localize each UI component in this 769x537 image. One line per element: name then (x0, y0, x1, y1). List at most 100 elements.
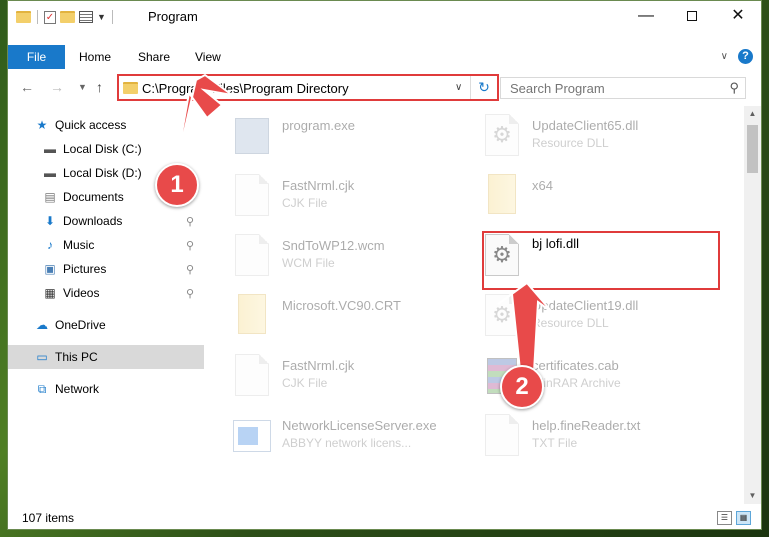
music-icon: ♪ (47, 238, 53, 252)
sidebar-item-label: Documents (63, 190, 124, 204)
properties-icon[interactable]: ✓ (44, 10, 56, 24)
sidebar-item-local-disk-c[interactable]: ▬ Local Disk (C:) (8, 137, 204, 161)
file-item[interactable]: help.fineReader.txt TXT File (480, 410, 720, 466)
star-icon: ★ (36, 118, 48, 132)
details-view-icon[interactable]: ☰ (717, 511, 732, 525)
tab-home[interactable]: Home (79, 45, 111, 69)
file-name: NetworkLicenseServer.exe (282, 418, 437, 433)
toolbar-divider (37, 10, 38, 24)
network-icon: ⧉ (37, 381, 47, 396)
refresh-icon[interactable]: ↻ (470, 76, 497, 99)
folder-icon (232, 294, 272, 340)
help-icon[interactable]: ? (738, 49, 753, 64)
onedrive-icon: ☁ (36, 318, 48, 332)
file-type: ABBYY network licens... (282, 436, 412, 450)
back-arrow-icon[interactable]: ← (20, 79, 34, 95)
sidebar-item-this-pc[interactable]: ▭ This PC (8, 345, 204, 369)
pin-icon: ⚲ (185, 287, 194, 300)
address-path[interactable]: C:\Program Files\Program Directory (142, 81, 349, 96)
file-name: program.exe (282, 118, 355, 133)
scrollbar-thumb[interactable] (747, 125, 758, 173)
sidebar-item-videos[interactable]: ▦ Videos ⚲ (8, 281, 204, 305)
file-item[interactable]: Microsoft.VC90.CRT (230, 290, 470, 346)
large-icons-view-icon[interactable]: ▦ (736, 511, 751, 525)
customize-toolbar-chevron-icon[interactable]: ▼ (97, 12, 106, 22)
search-icon[interactable]: ⚲ (729, 80, 739, 96)
sidebar-item-label: Videos (63, 286, 100, 300)
sidebar-item-label: Local Disk (D:) (63, 166, 142, 180)
sidebar-item-label: Quick access (55, 118, 127, 132)
vertical-scrollbar[interactable]: ▲ ▼ (744, 106, 761, 504)
address-folder-icon (123, 82, 138, 94)
file-type: TXT File (532, 436, 578, 450)
dll-file-icon: ⚙ (482, 114, 522, 160)
tab-share[interactable]: Share (138, 45, 170, 69)
callout-step-1: 1 (155, 163, 199, 207)
file-name: certificates.cab (532, 358, 619, 373)
pin-icon: ⚲ (185, 263, 194, 276)
sidebar-item-label: Network (55, 382, 100, 396)
file-name: help.fineReader.txt (532, 418, 641, 433)
file-name: UpdateClient65.dll (532, 118, 639, 133)
file-item[interactable]: ⚙ UpdateClient65.dll Resource DLL (480, 110, 720, 166)
ribbon-tabs: File Home Share View ∨ ? (8, 45, 761, 69)
search-box[interactable]: ⚲ (500, 77, 746, 99)
exe-file-icon (232, 114, 272, 160)
file-type: CJK File (282, 376, 328, 390)
file-name: UpdateClient19.dll (532, 298, 639, 313)
file-item[interactable]: SndToWP12.wcm WCM File (230, 230, 470, 286)
forward-arrow-icon[interactable]: → (50, 79, 64, 95)
pin-icon: ⚲ (185, 215, 194, 228)
ribbon-right-controls: ∨ ? (721, 49, 753, 64)
callout-step-2: 2 (500, 365, 544, 409)
scroll-up-arrow-icon[interactable]: ▲ (744, 106, 761, 122)
sidebar-item-quick-access[interactable]: ★ Quick access (8, 113, 204, 137)
address-dropdown-chevron-icon[interactable]: ∨ (455, 82, 462, 93)
tab-file[interactable]: File (8, 45, 65, 69)
sidebar-item-label: Music (63, 238, 95, 252)
new-folder-icon[interactable] (60, 11, 75, 23)
close-button[interactable]: ✕ (715, 1, 761, 31)
address-bar[interactable]: C:\Program Files\Program Directory ∨ ↻ (117, 74, 499, 101)
sidebar-item-music[interactable]: ♪ Music ⚲ (8, 233, 204, 257)
file-item[interactable]: FastNrml.cjk CJK File (230, 170, 470, 226)
up-arrow-icon[interactable]: ↑ (96, 79, 103, 95)
search-input[interactable] (501, 78, 717, 98)
pictures-icon: ▣ (44, 262, 56, 276)
file-type: WinRAR Archive (532, 376, 621, 390)
folder-icon (482, 174, 522, 220)
file-item[interactable]: NetworkLicenseServer.exe ABBYY network l… (230, 410, 470, 466)
expand-ribbon-chevron-icon[interactable]: ∨ (721, 51, 728, 62)
recent-locations-chevron-icon[interactable]: ▼ (78, 82, 87, 92)
file-item[interactable]: x64 (480, 170, 720, 226)
scroll-down-arrow-icon[interactable]: ▼ (744, 488, 761, 504)
minimize-button[interactable]: — (623, 1, 669, 31)
file-name: FastNrml.cjk (282, 358, 355, 373)
folder-icon[interactable] (16, 11, 31, 23)
videos-icon: ▦ (44, 286, 56, 300)
sidebar-item-onedrive[interactable]: ☁ OneDrive (8, 313, 204, 337)
file-item[interactable]: FastNrml.cjk CJK File (230, 350, 470, 406)
status-bar: 107 items ☰ ▦ (8, 506, 761, 529)
sidebar-item-label: OneDrive (55, 318, 106, 332)
drive-d-icon: ▬ (44, 166, 56, 180)
file-type: WCM File (282, 256, 335, 270)
sidebar-item-pictures[interactable]: ▣ Pictures ⚲ (8, 257, 204, 281)
view-icon[interactable] (79, 11, 93, 23)
window-title: Program (148, 9, 198, 24)
text-file-icon (482, 414, 522, 460)
sidebar-item-label: Downloads (63, 214, 123, 228)
maximize-button[interactable] (669, 1, 715, 31)
file-type: Resource DLL (532, 316, 609, 330)
item-count: 107 items (22, 511, 75, 525)
tab-view[interactable]: View (195, 45, 221, 69)
sidebar-item-downloads[interactable]: ⬇ Downloads ⚲ (8, 209, 204, 233)
dll-file-icon: ⚙ (482, 294, 522, 340)
sidebar-item-label: Local Disk (C:) (63, 142, 142, 156)
application-file-icon (232, 414, 272, 460)
document-file-icon (232, 174, 272, 220)
sidebar-item-network[interactable]: ⧉ Network (8, 377, 204, 401)
document-file-icon (232, 354, 272, 400)
file-item[interactable]: program.exe (230, 110, 470, 166)
file-item[interactable]: ⚙ UpdateClient19.dll Resource DLL (480, 290, 720, 346)
